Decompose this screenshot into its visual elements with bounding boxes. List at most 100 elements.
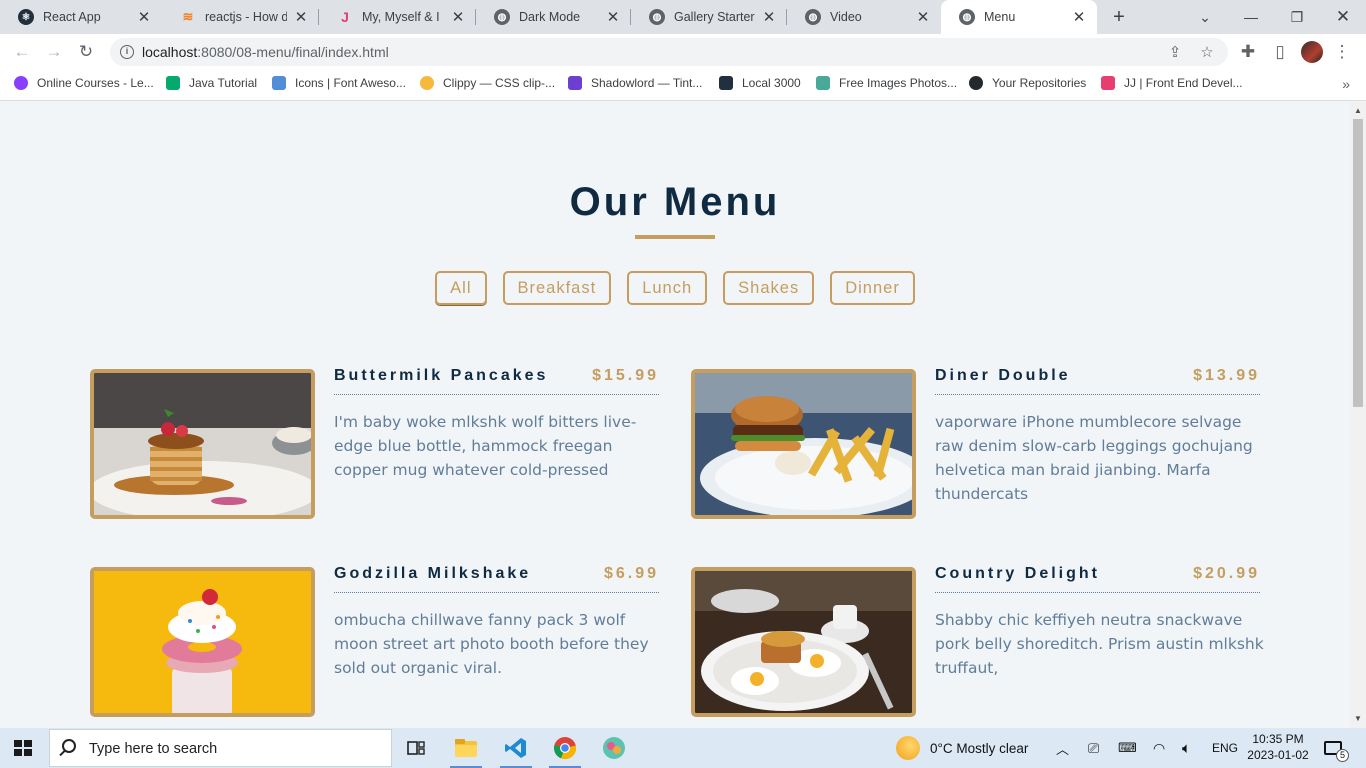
bookmark-favicon-icon	[1101, 76, 1115, 90]
menu-item: Diner Double $13.99 vaporware iPhone mum…	[691, 367, 1261, 519]
tab-gallery-starter[interactable]: ◍ Gallery Starter ✕	[631, 0, 787, 34]
item-header: Diner Double $13.99	[935, 367, 1260, 395]
chrome-icon[interactable]	[545, 732, 585, 768]
bookmark-item[interactable]: Online Courses - Le...	[14, 76, 154, 90]
language-indicator[interactable]: ENG	[1212, 728, 1238, 768]
browser-toolbar: ← → ↻ i localhost:8080/08-menu/final/ind…	[0, 34, 1366, 70]
item-description: Shabby chic keffiyeh neutra snackwave po…	[935, 611, 1264, 677]
notification-center-icon[interactable]: 5	[1324, 728, 1349, 768]
jj-icon: J	[341, 9, 349, 25]
tab-stackoverflow[interactable]: ≋ reactjs - How do ✕	[162, 0, 319, 34]
scrollbar-thumb[interactable]	[1353, 119, 1363, 407]
menu-kebab-icon[interactable]: ⋮	[1330, 40, 1354, 64]
filter-breakfast-button[interactable]: Breakfast	[502, 271, 612, 305]
bookmark-favicon-icon	[719, 76, 733, 90]
meet-now-icon[interactable]: ⎚	[1088, 728, 1099, 768]
bookmark-item[interactable]: Shadowlord — Tint...	[568, 76, 702, 90]
extensions-icon[interactable]: ✚	[1236, 40, 1260, 64]
bookmark-favicon-icon	[272, 76, 286, 90]
bookmark-item[interactable]: Local 3000	[719, 76, 801, 90]
close-tab-icon[interactable]: ✕	[136, 8, 152, 26]
url-text: localhost:8080/08-menu/final/index.html	[142, 44, 389, 60]
stackoverflow-icon: ≋	[182, 9, 194, 24]
task-view-icon[interactable]	[396, 732, 436, 764]
filter-all-button[interactable]: All	[435, 271, 487, 305]
item-header: Country Delight $20.99	[935, 565, 1260, 593]
avatar[interactable]	[1300, 40, 1324, 64]
bookmark-item[interactable]: Free Images Photos...	[816, 76, 957, 90]
scroll-up-icon[interactable]: ▲	[1354, 106, 1362, 115]
tab-dark-mode[interactable]: ◍ Dark Mode ✕	[476, 0, 631, 34]
item-price: $13.99	[1193, 367, 1260, 384]
item-description: I'm baby woke mlkshk wolf bitters live-e…	[334, 413, 637, 479]
item-header: Buttermilk Pancakes $15.99	[334, 367, 659, 395]
weather-widget[interactable]: 0°C Mostly clear	[896, 728, 1028, 768]
globe-icon: ◍	[494, 9, 510, 25]
notification-count-badge: 5	[1336, 749, 1349, 762]
back-icon[interactable]: ←	[10, 40, 34, 64]
menu-item: Country Delight $20.99 Shabby chic keffi…	[691, 565, 1264, 717]
scroll-down-icon[interactable]: ▼	[1354, 714, 1362, 723]
bookmarks-bar: Online Courses - Le... Java Tutorial Ico…	[0, 70, 1366, 101]
close-window-button[interactable]: ✕	[1320, 0, 1366, 34]
windows-start-icon[interactable]	[14, 740, 32, 756]
reload-icon[interactable]: ↻	[74, 40, 98, 64]
close-tab-icon[interactable]: ✕	[1071, 8, 1087, 26]
item-price: $15.99	[592, 367, 659, 384]
system-clock[interactable]: 10:35 PM 2023-01-02	[1244, 731, 1312, 763]
bookmark-item[interactable]: Clippy — CSS clip-...	[420, 76, 555, 90]
close-tab-icon[interactable]: ✕	[761, 8, 777, 26]
vscode-icon[interactable]	[496, 732, 536, 768]
file-explorer-icon[interactable]	[446, 732, 486, 768]
more-bookmarks-icon[interactable]: »	[1342, 76, 1350, 92]
app-icon[interactable]	[594, 732, 634, 764]
bookmark-item[interactable]: Icons | Font Aweso...	[272, 76, 406, 90]
bookmark-item[interactable]: Your Repositories	[969, 76, 1086, 90]
item-description: vaporware iPhone mumblecore selvage raw …	[935, 413, 1253, 503]
side-panel-icon[interactable]: ▯	[1268, 40, 1292, 64]
tab-search-icon[interactable]: ⌄	[1182, 0, 1228, 34]
filter-buttons: All Breakfast Lunch Shakes Dinner	[0, 271, 1350, 305]
minimize-button[interactable]: —	[1228, 0, 1274, 34]
forward-icon[interactable]: →	[42, 40, 66, 64]
tab-menu[interactable]: ◍ Menu ✕	[941, 0, 1097, 34]
tab-video[interactable]: ◍ Video ✕	[787, 0, 941, 34]
item-name: Diner Double	[935, 367, 1071, 384]
input-indicator-icon[interactable]: ⌨	[1118, 728, 1137, 768]
tab-react-app[interactable]: ⚛ React App ✕	[0, 0, 162, 34]
windows-taskbar: Type here to search 0°C Mostly clear ︿ ⎚…	[0, 728, 1366, 768]
taskbar-search-input[interactable]: Type here to search	[49, 729, 392, 767]
bookmark-item[interactable]: Java Tutorial	[166, 76, 257, 90]
address-bar[interactable]: i localhost:8080/08-menu/final/index.htm…	[110, 38, 1228, 66]
pancakes-photo	[90, 369, 315, 519]
close-tab-icon[interactable]: ✕	[450, 8, 466, 26]
item-description: ombucha chillwave fanny pack 3 wolf moon…	[334, 611, 649, 677]
wifi-icon[interactable]: ◠	[1153, 728, 1165, 768]
show-hidden-icons-icon[interactable]: ︿	[1056, 728, 1069, 768]
bookmark-star-icon[interactable]: ☆	[1198, 43, 1216, 61]
filter-shakes-button[interactable]: Shakes	[723, 271, 815, 305]
burger-photo	[691, 369, 916, 519]
tab-jj[interactable]: J My, Myself & I | J ✕	[319, 0, 476, 34]
new-tab-button[interactable]: +	[1108, 6, 1130, 28]
site-info-icon[interactable]: i	[120, 45, 134, 59]
filter-dinner-button[interactable]: Dinner	[830, 271, 915, 305]
close-tab-icon[interactable]: ✕	[605, 8, 621, 26]
page-scrollbar[interactable]: ▲ ▼	[1350, 102, 1366, 728]
bookmark-favicon-icon	[816, 76, 830, 90]
close-tab-icon[interactable]: ✕	[915, 8, 931, 26]
volume-icon[interactable]: 🔈︎	[1182, 728, 1191, 768]
globe-icon: ◍	[649, 9, 665, 25]
bookmark-item[interactable]: JJ | Front End Devel...	[1101, 76, 1243, 90]
filter-lunch-button[interactable]: Lunch	[627, 271, 708, 305]
bookmark-favicon-icon	[14, 76, 28, 90]
globe-icon: ◍	[805, 9, 821, 25]
restore-button[interactable]: ❐	[1274, 0, 1320, 34]
page-viewport: Our Menu All Breakfast Lunch Shakes Dinn…	[0, 102, 1350, 728]
close-tab-icon[interactable]: ✕	[293, 8, 309, 26]
share-icon[interactable]: ⇪	[1166, 43, 1184, 61]
tab-strip: ⚛ React App ✕ ≋ reactjs - How do ✕ J My,…	[0, 0, 1366, 34]
page-title: Our Menu	[569, 180, 781, 224]
item-price: $20.99	[1193, 565, 1260, 582]
item-name: Buttermilk Pancakes	[334, 367, 549, 384]
